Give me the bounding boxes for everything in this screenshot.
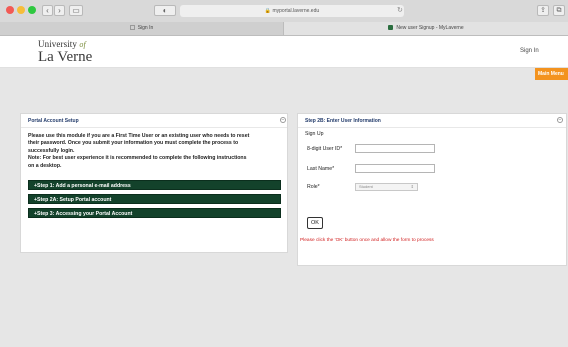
share-icon[interactable]: ⇪ <box>537 5 549 16</box>
privacy-shield-icon[interactable]: ◐ <box>154 5 176 16</box>
chevron-updown-icon: ⇕ <box>410 184 414 189</box>
intro-text: Please use this module if you are a Firs… <box>28 133 250 169</box>
enter-user-information-panel: Step 2B: Enter User Information − Sign U… <box>297 113 567 266</box>
refresh-icon[interactable]: ↻ <box>397 6 403 14</box>
tab-label: Sign In <box>137 25 154 31</box>
site-header: University of La Verne Sign In <box>0 36 568 68</box>
role-select-value: Student <box>359 184 373 189</box>
role-select[interactable]: Student ⇕ <box>355 183 418 191</box>
main-menu-button[interactable]: Main Menu <box>535 68 568 80</box>
last-name-input[interactable] <box>355 164 435 173</box>
tab-sign-in[interactable]: Sign In <box>0 22 284 35</box>
address-bar[interactable]: 🔒 myportal.laverne.edu <box>180 5 404 17</box>
ok-button[interactable]: OK <box>307 217 323 229</box>
lock-icon: 🔒 <box>264 8 272 14</box>
sidebar-icon[interactable]: ▭ <box>69 5 83 16</box>
panel-title: Step 2B: Enter User Information <box>305 118 381 124</box>
user-id-label: 8-digit User ID* <box>307 146 343 152</box>
tab-new-user-signup[interactable]: New user Signup - MyLaverne <box>284 22 568 35</box>
divider <box>21 127 287 128</box>
university-logo[interactable]: University of La Verne <box>38 39 92 65</box>
role-label: Role* <box>307 184 320 190</box>
tabs-overview-icon[interactable]: ⧉ <box>553 5 565 16</box>
collapse-icon[interactable]: − <box>280 117 286 123</box>
step-3-accordion[interactable]: +Step 3: Accessing your Portal Account <box>28 208 281 218</box>
user-id-input[interactable] <box>355 144 435 153</box>
address-bar-url: myportal.laverne.edu <box>272 8 320 14</box>
tab-bar: Sign In New user Signup - MyLaverne <box>0 22 568 35</box>
favicon-icon <box>388 25 394 31</box>
close-window-button[interactable] <box>6 6 14 14</box>
forward-icon[interactable]: › <box>54 5 65 16</box>
last-name-label: Last Name* <box>307 166 335 172</box>
sign-up-heading: Sign Up <box>305 131 324 137</box>
processing-warning: Please click the 'OK' button once and al… <box>300 238 434 243</box>
panel-title: Portal Account Setup <box>28 118 79 124</box>
maximize-window-button[interactable] <box>28 6 36 14</box>
minimize-window-button[interactable] <box>17 6 25 14</box>
back-icon[interactable]: ‹ <box>42 5 53 16</box>
browser-toolbar: ‹ › ▭ ◐ 🔒 myportal.laverne.edu ↻ ⇪ ⧉ <box>0 0 568 22</box>
portal-account-setup-panel: Portal Account Setup − Please use this m… <box>20 113 288 253</box>
tab-label: New user Signup - MyLaverne <box>396 25 464 31</box>
collapse-icon[interactable]: − <box>557 117 563 123</box>
step-2a-accordion[interactable]: +Step 2A: Setup Portal account <box>28 194 281 204</box>
step-1-accordion[interactable]: +Step 1: Add a personal e-mail address <box>28 180 281 190</box>
divider <box>298 127 566 128</box>
page-icon <box>129 25 135 31</box>
browser-chrome: ‹ › ▭ ◐ 🔒 myportal.laverne.edu ↻ ⇪ ⧉ Sig… <box>0 0 568 36</box>
sign-in-link[interactable]: Sign In <box>520 48 539 54</box>
